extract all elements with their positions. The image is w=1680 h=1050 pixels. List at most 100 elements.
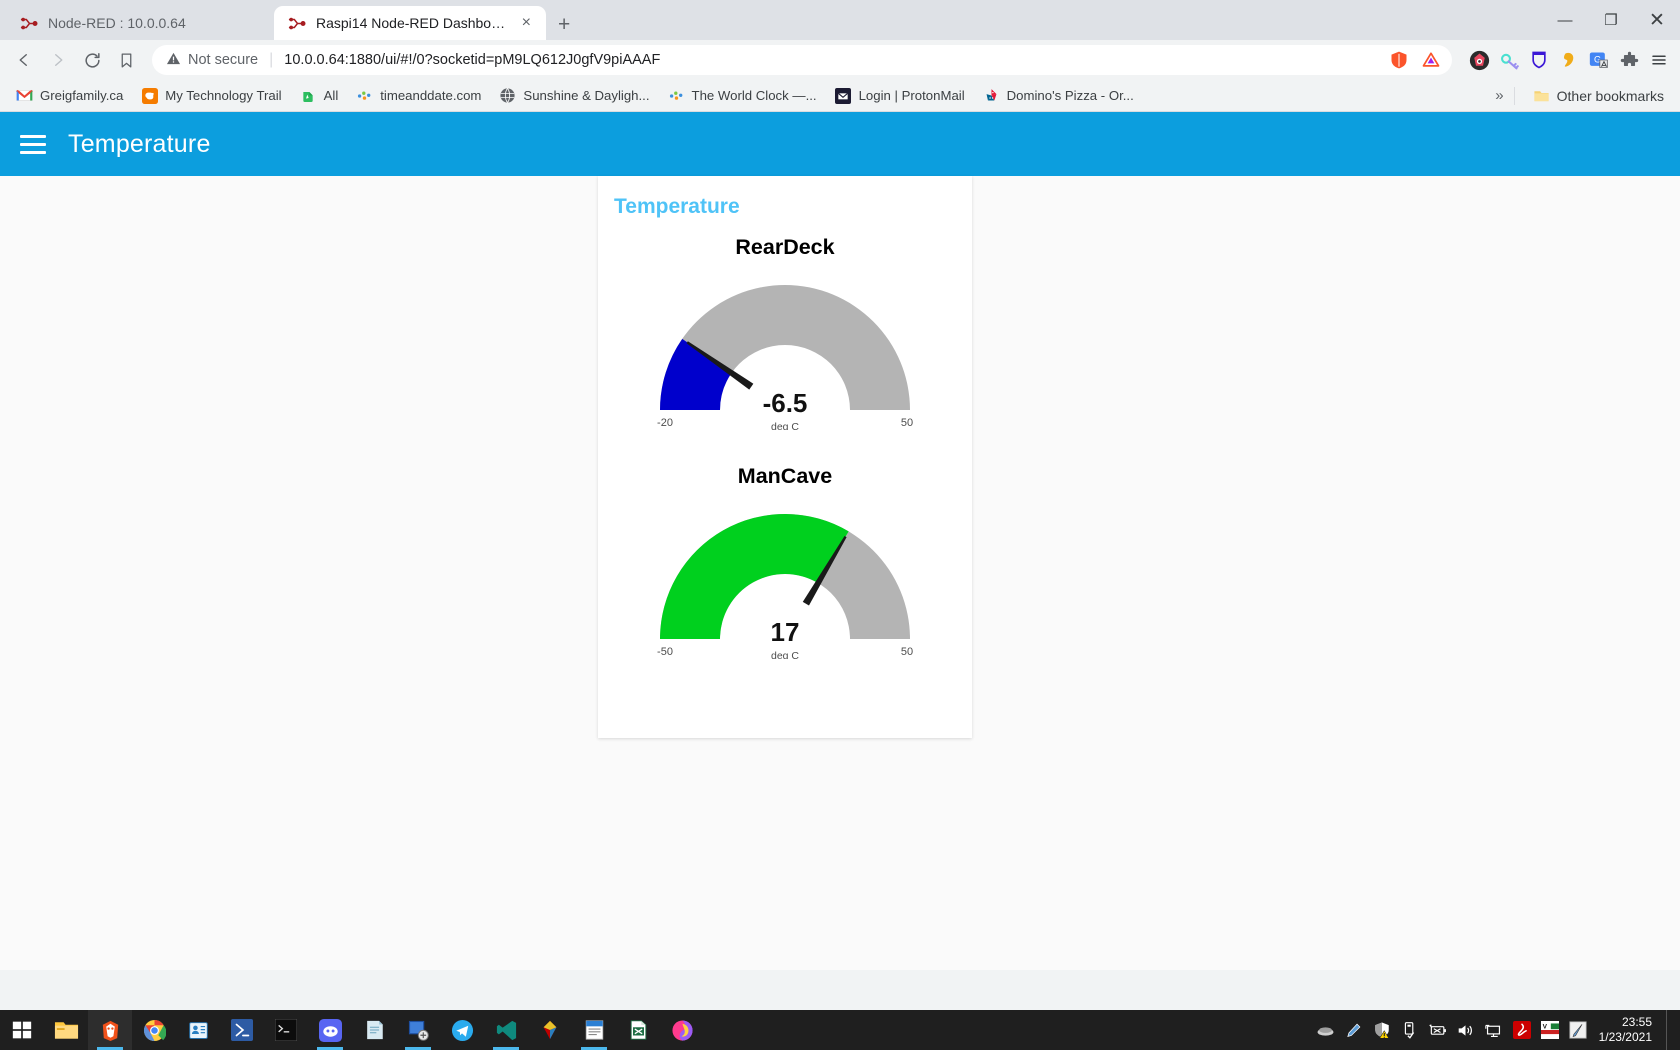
tab-title: Raspi14 Node-RED Dashboard (316, 15, 510, 31)
snip-icon[interactable] (1565, 1017, 1591, 1043)
bookmark-item[interactable]: Login | ProtonMail (827, 83, 973, 108)
show-desktop-button[interactable] (1666, 1010, 1674, 1050)
temperature-card: Temperature RearDeck -20 50 -6.5 deg C M… (598, 176, 972, 738)
extensions-puzzle-icon[interactable] (1616, 47, 1642, 73)
hamburger-menu-icon[interactable] (20, 134, 46, 154)
pen-icon[interactable] (1341, 1017, 1367, 1043)
gauge-max-label: 50 (901, 646, 913, 658)
file-explorer-icon[interactable] (44, 1010, 88, 1050)
tab-title: Node-RED : 10.0.0.64 (48, 15, 186, 31)
honey-icon[interactable] (1556, 47, 1582, 73)
browser-tab-inactive[interactable]: Node-RED : 10.0.0.64 (6, 6, 274, 40)
usb-eject-icon[interactable] (1397, 1017, 1423, 1043)
acrobat-icon[interactable] (1509, 1017, 1535, 1043)
vmware-icon[interactable]: V (1537, 1017, 1563, 1043)
google-chrome-icon[interactable] (132, 1010, 176, 1050)
forward-button (42, 44, 74, 76)
minimize-button[interactable]: — (1542, 0, 1588, 40)
command-prompt-icon[interactable] (264, 1010, 308, 1050)
bookmark-item[interactable]: All (292, 83, 347, 108)
telegram-icon[interactable] (440, 1010, 484, 1050)
gauge-min-label: -20 (657, 417, 673, 429)
close-tab-icon[interactable]: × (519, 15, 534, 31)
firefox-developer-icon[interactable] (660, 1010, 704, 1050)
reload-button[interactable] (76, 44, 108, 76)
bookmark-label: All (323, 88, 339, 103)
news-app-icon[interactable] (572, 1010, 616, 1050)
page-title: Temperature (68, 129, 211, 158)
browser-toolbar: Not secure | 10.0.0.64:1880/ui/#!/0?sock… (0, 40, 1680, 80)
web-page-content: Temperature Temperature RearDeck -20 50 … (0, 112, 1680, 970)
brave-shields-icon[interactable] (1386, 47, 1412, 73)
excel-icon[interactable] (616, 1010, 660, 1050)
other-bookmarks-label: Other bookmarks (1556, 87, 1664, 104)
brave-browser-icon[interactable] (88, 1010, 132, 1050)
bookmark-item[interactable]: timeanddate.com (348, 83, 489, 108)
bookmark-item[interactable]: My Technology Trail (133, 83, 289, 108)
volume-icon[interactable] (1453, 1017, 1479, 1043)
browser-tab-active[interactable]: Raspi14 Node-RED Dashboard × (274, 6, 546, 40)
warning-triangle-icon (166, 51, 181, 70)
bookmark-label: Greigfamily.ca (40, 88, 124, 103)
bookmarks-bar: Greigfamily.ca My Technology Trail All t… (0, 80, 1680, 112)
discord-icon[interactable] (308, 1010, 352, 1050)
back-button[interactable] (8, 44, 40, 76)
dominos-icon (983, 87, 1000, 104)
brave-rewards-icon[interactable] (1418, 47, 1444, 73)
gauge-units: deg C (771, 650, 799, 659)
address-bar[interactable]: Not secure | 10.0.0.64:1880/ui/#!/0?sock… (152, 45, 1452, 75)
taskbar-clock[interactable]: 23:55 1/23/2021 (1593, 1015, 1664, 1045)
gauge-units: deg C (771, 421, 799, 430)
bookmark-item[interactable]: Sunshine & Dayligh... (491, 83, 657, 108)
new-tab-button[interactable]: + (558, 14, 570, 35)
bookmark-label: The World Clock —... (691, 88, 817, 103)
security-label: Not secure (188, 52, 259, 68)
close-window-button[interactable]: ✕ (1634, 0, 1680, 40)
dashboard-app-bar: Temperature (0, 112, 1680, 176)
security-status[interactable]: Not secure (166, 51, 258, 70)
bitwarden-shield-icon[interactable] (1526, 47, 1552, 73)
key-password-icon[interactable] (1496, 47, 1522, 73)
start-button[interactable] (0, 1010, 44, 1050)
gauge-graphic-reardeck: -20 50 -6.5 deg C (657, 285, 913, 430)
powershell-icon[interactable] (220, 1010, 264, 1050)
contacts-app-icon[interactable] (176, 1010, 220, 1050)
maximize-button[interactable]: ❐ (1588, 0, 1634, 40)
browser-menu-icon[interactable] (1646, 47, 1672, 73)
extension-toolbar: G (1462, 47, 1672, 73)
network-icon[interactable] (1481, 1017, 1507, 1043)
bookmarks-overflow-button[interactable]: » (1495, 87, 1503, 104)
gauge-reardeck: RearDeck -20 50 -6.5 deg C (598, 219, 972, 430)
address-separator: | (269, 51, 274, 68)
other-bookmarks-button[interactable]: Other bookmarks (1525, 83, 1672, 108)
bookmark-item[interactable]: Domino's Pizza - Or... (975, 83, 1142, 108)
url-text[interactable]: 10.0.0.64:1880/ui/#!/0?socketid=pM9LQ612… (284, 52, 1380, 68)
bookmarks-overflow-area: » Other bookmarks (1495, 83, 1672, 108)
security-warning-icon[interactable] (1369, 1017, 1395, 1043)
onedrive-icon[interactable] (1313, 1017, 1339, 1043)
gauge-title: RearDeck (735, 235, 835, 259)
bookmark-item[interactable]: The World Clock —... (660, 83, 825, 108)
bookmark-label: timeanddate.com (380, 88, 482, 103)
timeanddate-icon (356, 87, 373, 104)
brave-lion-icon[interactable] (1466, 47, 1492, 73)
blogger-icon (141, 87, 158, 104)
bookmark-label: Login | ProtonMail (858, 88, 965, 103)
vs-code-icon[interactable] (484, 1010, 528, 1050)
gauge-max-label: 50 (901, 417, 913, 429)
bookmarks-divider (1513, 86, 1515, 105)
remote-desktop-icon[interactable] (396, 1010, 440, 1050)
battery-icon[interactable] (1425, 1017, 1451, 1043)
gauge-value: 17 (771, 617, 800, 647)
clock-date: 1/23/2021 (1598, 1030, 1652, 1044)
notepad-app-icon[interactable] (352, 1010, 396, 1050)
bookmark-label: Domino's Pizza - Or... (1006, 88, 1134, 103)
gauge-graphic-mancave: -50 50 17 deg C (657, 514, 913, 659)
filezilla-icon[interactable] (528, 1010, 572, 1050)
svg-text:V: V (1542, 1023, 1547, 1030)
bookmark-manager-icon[interactable] (110, 44, 142, 76)
windows-taskbar: V 23:55 1/23/2021 (0, 1010, 1680, 1050)
gauge-value: -6.5 (763, 388, 808, 418)
bookmark-item[interactable]: Greigfamily.ca (8, 83, 131, 108)
google-translate-icon[interactable]: G (1586, 47, 1612, 73)
